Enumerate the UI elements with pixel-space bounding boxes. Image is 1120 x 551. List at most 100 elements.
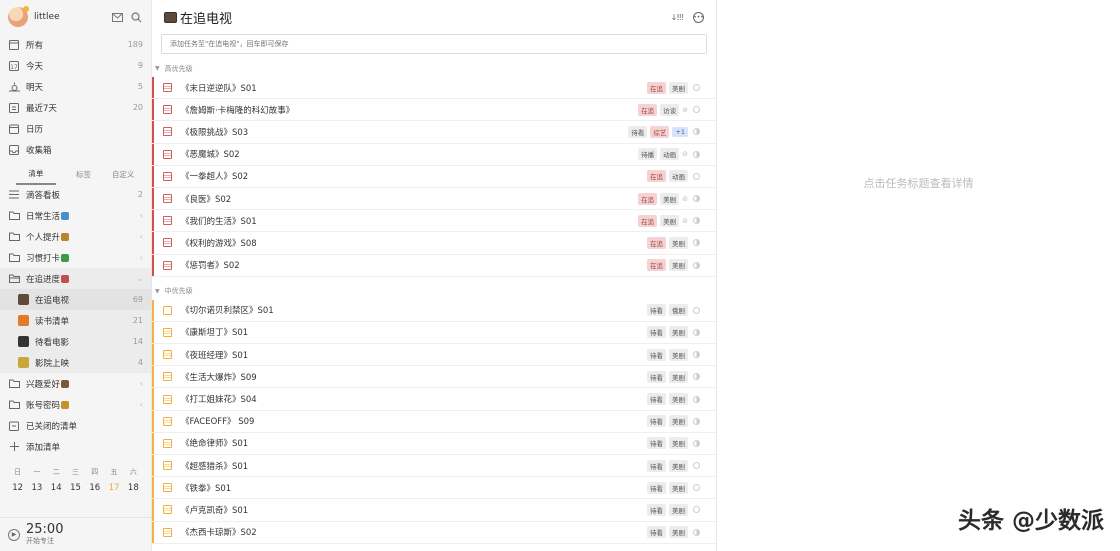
chevron-icon[interactable]: ‹ [140, 211, 143, 220]
smart-list-item[interactable]: 所有 189 [0, 34, 151, 55]
task-checkbox[interactable] [163, 438, 172, 448]
task-row[interactable]: 《铁拳》S01 待看 美剧 [152, 477, 716, 500]
calendar-day[interactable]: 18 [124, 483, 143, 493]
chevron-icon[interactable]: ‹ [140, 400, 143, 409]
more-icon[interactable]: ••• [693, 11, 704, 23]
chevron-icon[interactable]: ‹ [140, 232, 143, 241]
task-title[interactable]: 《我们的生活》S01 [181, 215, 635, 227]
task-tag[interactable]: 访谈 [660, 103, 680, 116]
task-checkbox[interactable] [163, 305, 172, 315]
task-title[interactable]: 《卢克凯奇》S01 [181, 504, 644, 516]
add-task-box[interactable] [161, 34, 707, 54]
task-row[interactable]: 《末日逆逆队》S01 在追 美剧 [152, 77, 716, 100]
task-tag[interactable]: 待看 [647, 415, 666, 428]
add-task-input[interactable] [170, 40, 698, 48]
list-item[interactable]: 日常生活 ‹ [0, 205, 151, 226]
task-tag[interactable]: 在追 [638, 103, 658, 116]
task-checkbox[interactable] [163, 350, 172, 360]
list-item[interactable]: 个人提升 ‹ [0, 226, 151, 247]
task-title[interactable]: 《超感猎杀》S01 [181, 460, 644, 472]
calendar-day[interactable]: 15 [66, 483, 85, 493]
list-item[interactable]: 兴趣爱好 ‹ [0, 373, 151, 394]
list-item[interactable]: 在追进度 ⌄ [0, 268, 151, 289]
pomodoro-bar[interactable]: ▶ 25:00 开始专注 [0, 517, 151, 551]
task-row[interactable]: 《超感猎杀》S01 待看 美剧 [152, 455, 716, 478]
list-item[interactable]: 账号密码 ‹ [0, 394, 151, 415]
task-title[interactable]: 《康斯坦丁》S01 [181, 326, 644, 338]
smart-list-item[interactable]: 最近7天 20 [0, 97, 151, 118]
task-checkbox[interactable] [163, 505, 172, 515]
task-tag[interactable]: 美剧 [669, 459, 688, 472]
task-row[interactable]: 《权利的游戏》S08 在追 美剧 [152, 232, 716, 255]
task-tag[interactable]: 待播 [638, 148, 658, 161]
tab-custom[interactable]: 自定义 [103, 169, 143, 184]
task-tag[interactable]: 待看 [647, 370, 666, 383]
task-tag[interactable]: 动画 [669, 170, 688, 183]
task-tag[interactable]: 美剧 [669, 348, 688, 361]
task-row[interactable]: 《绝命律师》S01 待看 美剧 [152, 432, 716, 455]
task-checkbox[interactable] [163, 83, 172, 93]
chevron-icon[interactable]: ⌄ [136, 274, 143, 283]
task-checkbox[interactable] [163, 416, 172, 426]
task-checkbox[interactable] [163, 527, 172, 537]
task-tag[interactable]: 在追 [638, 214, 658, 227]
task-tag[interactable]: 美剧 [669, 437, 688, 450]
task-row[interactable]: 《打工姐妹花》S04 待看 美剧 [152, 388, 716, 411]
task-row[interactable]: 《良医》S02 在追 美剧 ⊘ [152, 187, 716, 211]
task-checkbox[interactable] [163, 327, 172, 337]
smart-list-item[interactable]: 日历 [0, 118, 151, 139]
section-mid-priority[interactable]: ▼ 中优先级 [152, 283, 716, 300]
task-title[interactable]: 《杰西卡琼斯》S02 [181, 526, 644, 538]
task-tag[interactable]: 动画 [660, 148, 680, 161]
task-title[interactable]: 《詹姆斯·卡梅隆的科幻故事》 [181, 104, 635, 116]
calendar-day[interactable]: 14 [47, 483, 66, 493]
task-title[interactable]: 《FACEOFF》 S09 [181, 415, 644, 427]
task-tag[interactable]: 待看 [647, 326, 666, 339]
smart-list-item[interactable]: 收集箱 [0, 139, 151, 160]
task-row[interactable]: 《夜班经理》S01 待看 美剧 [152, 344, 716, 367]
task-title[interactable]: 《生活大爆炸》S09 [181, 371, 644, 383]
task-checkbox[interactable] [163, 394, 172, 404]
task-tag[interactable]: 综艺 [650, 125, 670, 138]
task-tag[interactable]: 美剧 [669, 370, 688, 383]
task-tag[interactable]: 美剧 [669, 259, 688, 272]
task-tag[interactable]: 美剧 [660, 192, 680, 205]
list-item[interactable]: 习惯打卡 ‹ [0, 247, 151, 268]
task-title[interactable]: 《打工姐妹花》S04 [181, 393, 644, 405]
task-row[interactable]: 《卢克凯奇》S01 待看 美剧 [152, 499, 716, 522]
task-tag[interactable]: 美剧 [669, 236, 688, 249]
tab-tags[interactable]: 标签 [64, 169, 104, 184]
task-tag[interactable]: 待看 [647, 481, 666, 494]
task-row[interactable]: 《杰西卡琼斯》S02 待看 美剧 [152, 521, 716, 544]
task-tag[interactable]: 待看 [647, 503, 666, 516]
smart-list-item[interactable]: 17 今天 9 [0, 55, 151, 76]
task-checkbox[interactable] [163, 127, 172, 137]
task-tag[interactable]: 待看 [647, 393, 666, 406]
task-tag[interactable]: 美剧 [669, 481, 688, 494]
task-title[interactable]: 《惩罚者》S02 [181, 259, 644, 271]
calendar-day[interactable]: 16 [85, 483, 104, 493]
task-title[interactable]: 《末日逆逆队》S01 [181, 82, 644, 94]
calendar-day[interactable]: 17 [104, 483, 123, 493]
play-icon[interactable]: ▶ [8, 528, 20, 541]
task-row[interactable]: 《惩罚者》S02 在追 美剧 [152, 254, 716, 277]
sub-list-item[interactable]: 在追电视 69 [0, 289, 151, 310]
task-tag[interactable]: 待看 [647, 459, 666, 472]
task-tag[interactable]: 美剧 [669, 326, 688, 339]
task-title[interactable]: 《良医》S02 [181, 193, 635, 205]
username[interactable]: littlee [34, 12, 105, 22]
task-title[interactable]: 《夜班经理》S01 [181, 349, 644, 361]
task-title[interactable]: 《绝命律师》S01 [181, 437, 644, 449]
chevron-icon[interactable]: ‹ [140, 253, 143, 262]
task-title[interactable]: 《一拳超人》S02 [181, 170, 644, 182]
task-tag[interactable]: 美剧 [669, 393, 688, 406]
list-item[interactable]: 滴答看板 2 [0, 184, 151, 205]
task-row[interactable]: 《康斯坦丁》S01 待看 美剧 [152, 321, 716, 345]
task-checkbox[interactable] [163, 149, 172, 159]
task-checkbox[interactable] [163, 483, 172, 493]
task-row[interactable]: 《詹姆斯·卡梅隆的科幻故事》 在追 访谈 ⊘ [152, 99, 716, 122]
add-list-button[interactable]: 添加清单 [0, 436, 151, 457]
task-tag[interactable]: 在追 [647, 81, 666, 94]
avatar[interactable] [8, 6, 29, 27]
calendar-day[interactable]: 13 [27, 483, 46, 493]
